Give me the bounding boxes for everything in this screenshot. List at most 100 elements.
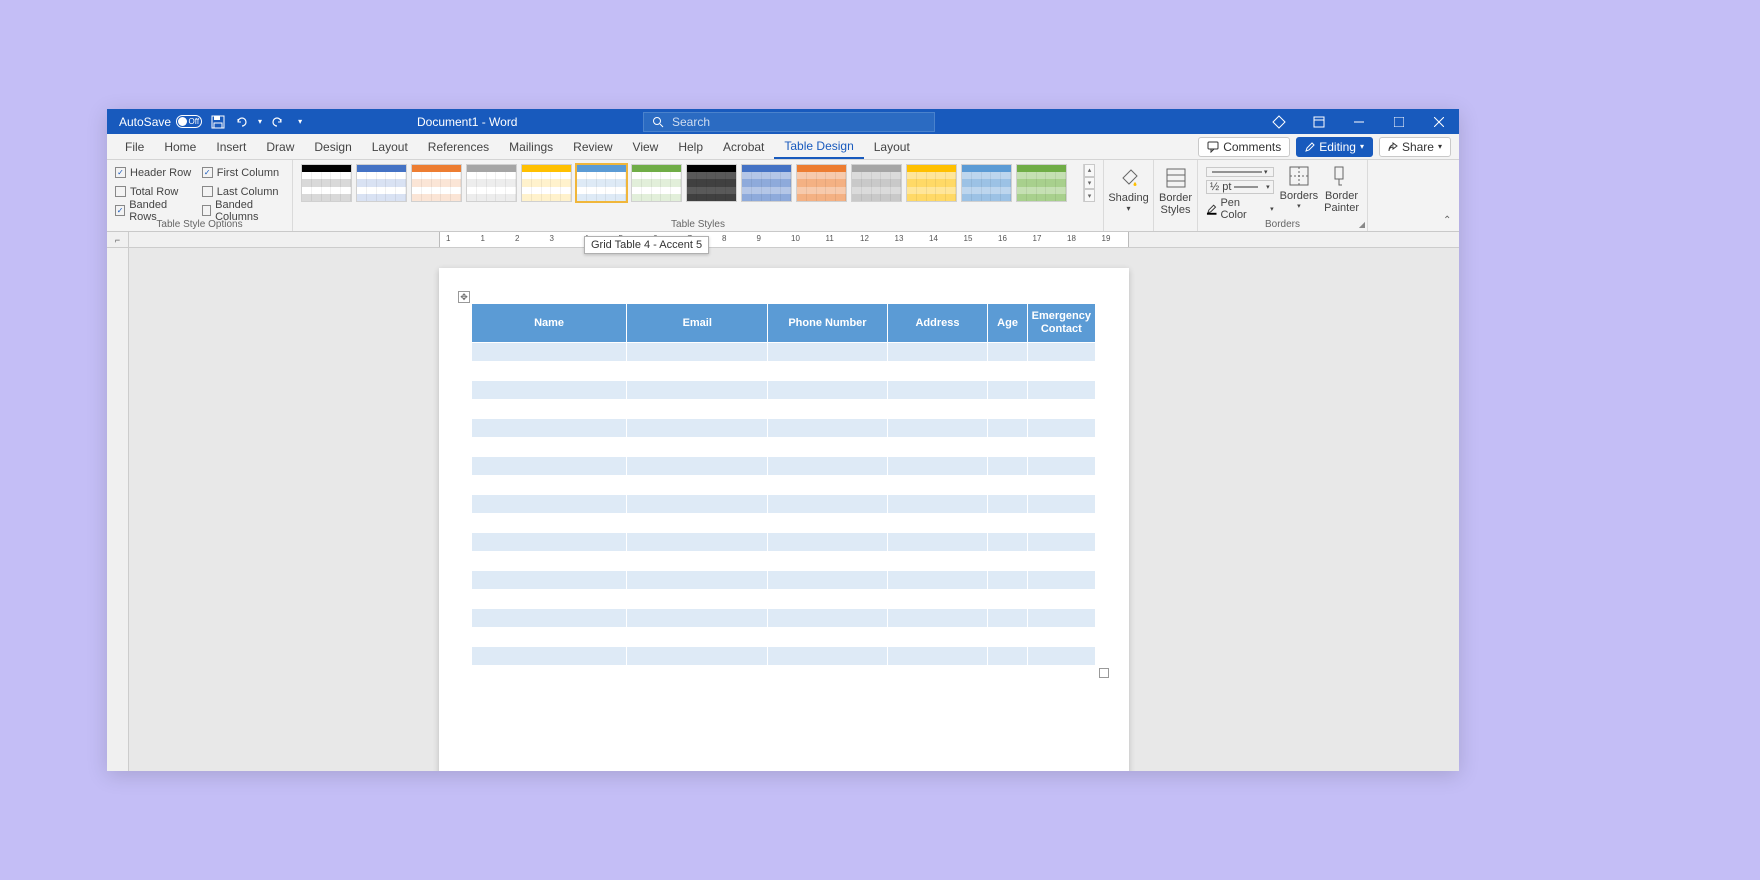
table-cell[interactable]	[1027, 476, 1095, 495]
table-style-thumb[interactable]	[906, 164, 957, 202]
checkbox-banded-rows[interactable]: ✓Banded Rows	[115, 202, 192, 219]
tab-design[interactable]: Design	[304, 134, 361, 159]
table-cell[interactable]	[1027, 400, 1095, 419]
table-row[interactable]	[472, 362, 1096, 381]
autosave-toggle[interactable]: AutoSave Off	[119, 115, 202, 129]
table-cell[interactable]	[1027, 552, 1095, 571]
pen-color-dropdown[interactable]: Pen Color▾	[1206, 197, 1274, 221]
table-row[interactable]	[472, 400, 1096, 419]
table-cell[interactable]	[768, 609, 887, 628]
table-cell[interactable]	[887, 533, 988, 552]
table-row[interactable]	[472, 647, 1096, 666]
table-cell[interactable]	[472, 400, 627, 419]
table-cell[interactable]	[988, 438, 1027, 457]
table-cell[interactable]	[472, 362, 627, 381]
table-cell[interactable]	[768, 438, 887, 457]
table-cell[interactable]	[472, 457, 627, 476]
table-row[interactable]	[472, 381, 1096, 400]
table-cell[interactable]	[768, 457, 887, 476]
table-cell[interactable]	[1027, 495, 1095, 514]
table-cell[interactable]	[988, 628, 1027, 647]
table-cell[interactable]	[988, 381, 1027, 400]
gallery-scroll-up[interactable]: ▴	[1084, 164, 1095, 177]
table-style-thumb[interactable]	[851, 164, 902, 202]
table-style-thumb[interactable]	[741, 164, 792, 202]
table-cell[interactable]	[472, 628, 627, 647]
table-cell[interactable]	[627, 609, 768, 628]
tab-review[interactable]: Review	[563, 134, 622, 159]
tab-file[interactable]: File	[115, 134, 154, 159]
table-cell[interactable]	[627, 476, 768, 495]
table-cell[interactable]	[768, 647, 887, 666]
table-cell[interactable]	[472, 590, 627, 609]
table-cell[interactable]	[1027, 457, 1095, 476]
checkbox-total-row[interactable]: Total Row	[115, 183, 192, 200]
table-cell[interactable]	[988, 647, 1027, 666]
collapse-ribbon-button[interactable]: ⌃	[1443, 215, 1455, 227]
tab-layout[interactable]: Layout	[362, 134, 418, 159]
table-cell[interactable]	[887, 552, 988, 571]
column-header[interactable]: Email	[627, 304, 768, 343]
table-cell[interactable]	[472, 552, 627, 571]
table-cell[interactable]	[472, 381, 627, 400]
table-cell[interactable]	[887, 419, 988, 438]
border-style-dropdown[interactable]: ▾	[1206, 167, 1274, 177]
save-icon[interactable]	[210, 114, 226, 130]
close-button[interactable]	[1419, 109, 1459, 134]
table-row[interactable]	[472, 628, 1096, 647]
table-cell[interactable]	[887, 590, 988, 609]
maximize-button[interactable]	[1379, 109, 1419, 134]
table-cell[interactable]	[472, 343, 627, 362]
table-cell[interactable]	[472, 514, 627, 533]
table-cell[interactable]	[887, 457, 988, 476]
table-style-thumb[interactable]	[356, 164, 407, 202]
table-cell[interactable]	[768, 552, 887, 571]
column-header[interactable]: Age	[988, 304, 1027, 343]
table-cell[interactable]	[768, 533, 887, 552]
table-cell[interactable]	[887, 476, 988, 495]
table-cell[interactable]	[887, 438, 988, 457]
gallery-scroll-down[interactable]: ▾	[1084, 177, 1095, 190]
table-cell[interactable]	[887, 381, 988, 400]
table-cell[interactable]	[1027, 419, 1095, 438]
table-cell[interactable]	[887, 400, 988, 419]
document-table[interactable]: NameEmailPhone NumberAddressAgeEmergency…	[471, 303, 1096, 666]
table-cell[interactable]	[627, 552, 768, 571]
table-style-thumb[interactable]	[466, 164, 517, 202]
table-cell[interactable]	[1027, 343, 1095, 362]
tab-draw[interactable]: Draw	[256, 134, 304, 159]
checkbox-first-column[interactable]: ✓First Column	[202, 164, 284, 181]
table-cell[interactable]	[768, 495, 887, 514]
table-cell[interactable]	[627, 590, 768, 609]
table-row[interactable]	[472, 514, 1096, 533]
table-cell[interactable]	[1027, 628, 1095, 647]
table-cell[interactable]	[768, 419, 887, 438]
account-icon[interactable]	[1259, 109, 1299, 134]
table-cell[interactable]	[768, 628, 887, 647]
table-cell[interactable]	[627, 419, 768, 438]
dialog-launcher-icon[interactable]: ◢	[1359, 220, 1365, 229]
table-cell[interactable]	[768, 343, 887, 362]
table-cell[interactable]	[1027, 590, 1095, 609]
table-row[interactable]	[472, 590, 1096, 609]
comments-button[interactable]: Comments	[1198, 137, 1290, 157]
redo-icon[interactable]	[270, 114, 286, 130]
table-cell[interactable]	[887, 609, 988, 628]
borders-dropdown[interactable]: Borders ▾	[1280, 164, 1319, 216]
table-cell[interactable]	[988, 514, 1027, 533]
table-cell[interactable]	[988, 343, 1027, 362]
editing-button[interactable]: Editing ▾	[1296, 137, 1373, 157]
table-style-thumb[interactable]	[796, 164, 847, 202]
checkbox-banded-columns[interactable]: Banded Columns	[202, 202, 284, 219]
table-resize-handle[interactable]	[1099, 668, 1109, 678]
border-painter-button[interactable]: Border Painter	[1324, 164, 1359, 216]
table-cell[interactable]	[627, 362, 768, 381]
table-cell[interactable]	[887, 495, 988, 514]
table-cell[interactable]	[768, 381, 887, 400]
tab-home[interactable]: Home	[154, 134, 206, 159]
table-row[interactable]	[472, 571, 1096, 590]
tab-acrobat[interactable]: Acrobat	[713, 134, 774, 159]
table-cell[interactable]	[472, 419, 627, 438]
table-row[interactable]	[472, 438, 1096, 457]
border-styles-button[interactable]: Border Styles	[1154, 160, 1198, 231]
